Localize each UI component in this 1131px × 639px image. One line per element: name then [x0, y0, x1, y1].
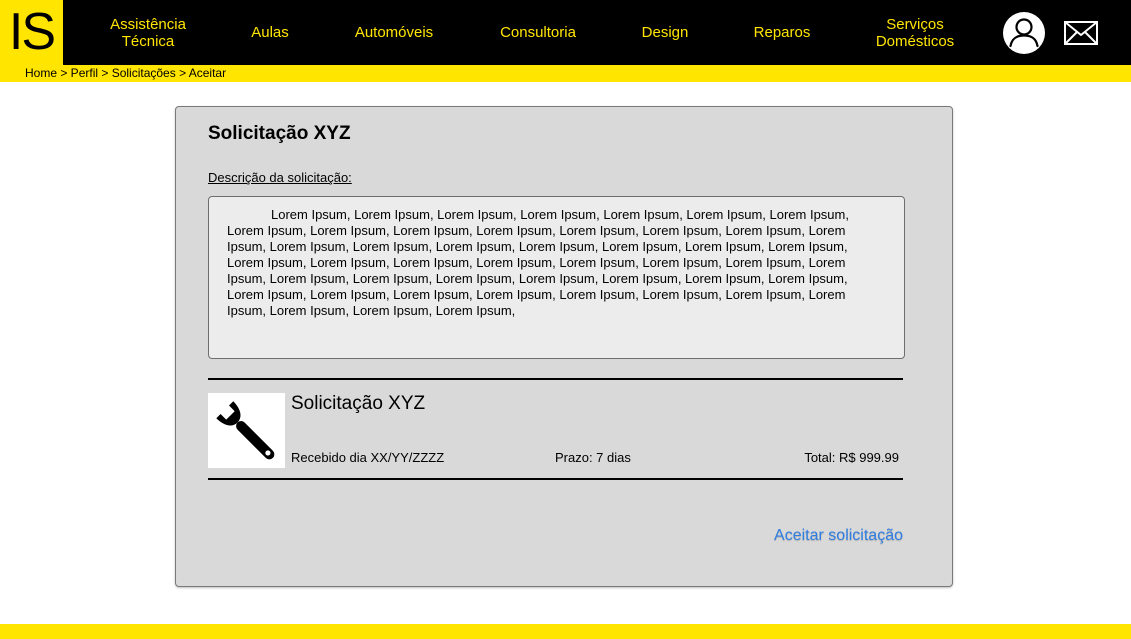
divider-bottom: [208, 478, 903, 480]
description-text: Lorem Ipsum, Lorem Ipsum, Lorem Ipsum, L…: [227, 207, 849, 318]
nav-item-label: Consultoria: [500, 24, 576, 41]
divider-top: [208, 378, 903, 380]
wrench-icon: [208, 393, 285, 468]
accept-request-link[interactable]: Aceitar solicitação: [774, 527, 903, 545]
nav-item-consultoria[interactable]: Consultoria: [489, 0, 587, 65]
nav-item-automoveis[interactable]: Automóveis: [344, 0, 444, 65]
logo[interactable]: IS: [0, 0, 63, 65]
nav-item-label: Aulas: [251, 24, 289, 41]
breadcrumb[interactable]: Home > Perfil > Solicitações > Aceitar: [25, 65, 226, 82]
total-price: Total: R$ 999.99: [804, 450, 899, 465]
envelope-icon[interactable]: [1063, 20, 1099, 46]
nav-item-aulas[interactable]: Aulas: [240, 0, 300, 65]
page-title: Solicitação XYZ: [208, 123, 351, 144]
nav-item-label-line: Assistência: [110, 15, 186, 33]
nav-item-label-line: Serviços: [886, 15, 944, 33]
nav-item-label: Reparos: [753, 24, 811, 41]
request-title: Solicitação XYZ: [291, 393, 426, 414]
nav-item-servicos-domesticos[interactable]: Serviços Domésticos: [865, 0, 965, 65]
nav-item-reparos[interactable]: Reparos: [745, 0, 819, 65]
nav-item-label: Design: [641, 24, 689, 41]
description-label: Descrição da solicitação:: [208, 170, 352, 185]
nav-item-design[interactable]: Design: [630, 0, 700, 65]
deadline: Prazo: 7 dias: [555, 450, 631, 465]
user-avatar-icon[interactable]: [1002, 11, 1046, 55]
nav-item-label: Automóveis: [354, 24, 434, 41]
request-summary-row: Solicitação XYZ Recebido dia XX/YY/ZZZZ …: [208, 393, 903, 471]
top-navigation-bar: IS Assistência Técnica Aulas Automóveis C…: [0, 0, 1131, 65]
nav-item-label-line: Técnica: [121, 32, 175, 50]
nav-item-assistencia-tecnica[interactable]: Assistência Técnica: [100, 0, 196, 65]
breadcrumb-bar: Home > Perfil > Solicitações > Aceitar: [0, 65, 1131, 82]
nav-item-label-line: Domésticos: [875, 32, 955, 50]
received-date: Recebido dia XX/YY/ZZZZ: [291, 450, 445, 465]
description-box: Lorem Ipsum, Lorem Ipsum, Lorem Ipsum, L…: [208, 196, 905, 359]
request-card: Solicitação XYZ Descrição da solicitação…: [175, 106, 953, 587]
footer-band: [0, 624, 1131, 639]
